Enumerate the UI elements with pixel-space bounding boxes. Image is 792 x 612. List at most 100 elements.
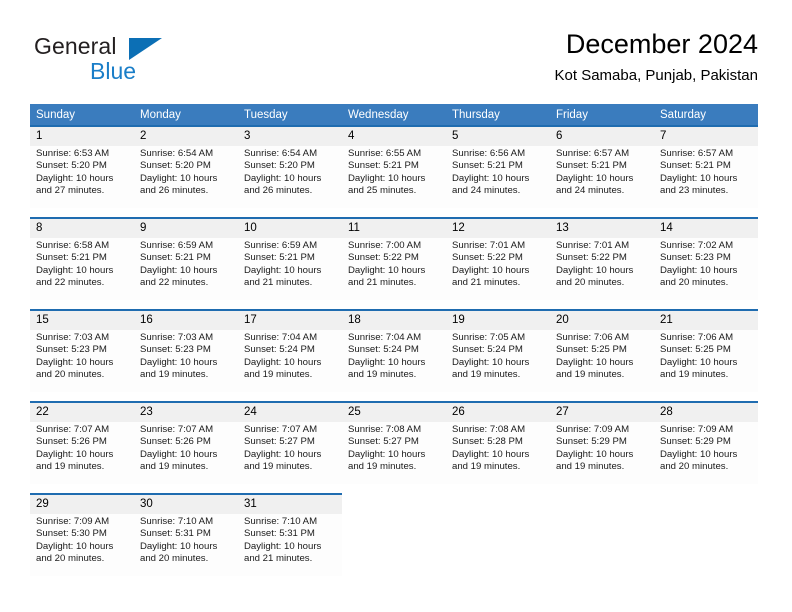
day-number-15[interactable]: 15 xyxy=(30,309,134,330)
day-number-31[interactable]: 31 xyxy=(238,493,342,514)
day-number-19[interactable]: 19 xyxy=(446,309,550,330)
day-23-daylight2: and 19 minutes. xyxy=(140,461,209,473)
day-cell-28[interactable]: Sunrise: 7:09 AM Sunset: 5:29 PM Daylight:… xyxy=(654,422,758,484)
day-20-sunrise: Sunrise: 7:06 AM xyxy=(556,332,630,343)
weekday-header-sunday: Sunday xyxy=(30,104,134,126)
day-2-sunset: Sunset: 5:20 PM xyxy=(140,160,211,172)
day-number-9[interactable]: 9 xyxy=(134,217,238,238)
day-22-sunset: Sunset: 5:26 PM xyxy=(36,436,107,448)
day-number-10[interactable]: 10 xyxy=(238,217,342,238)
calendar-header-row: Sunday Monday Tuesday Wednesday Thursday Frid… xyxy=(30,104,758,126)
day-cell-4[interactable]: Sunrise: 6:55 AM Sunset: 5:21 PM Daylight:… xyxy=(342,146,446,208)
day-cell-20[interactable]: Sunrise: 7:06 AM Sunset: 5:25 PM Daylight:… xyxy=(550,330,654,392)
day-21-sunrise: Sunrise: 7:06 AM xyxy=(660,332,734,343)
day-cell-2[interactable]: Sunrise: 6:54 AM Sunset: 5:20 PM Daylight:… xyxy=(134,146,238,208)
day-number-22[interactable]: 22 xyxy=(30,401,134,422)
day-5-sunset: Sunset: 5:21 PM xyxy=(452,160,523,172)
day-cell-13[interactable]: Sunrise: 7:01 AM Sunset: 5:22 PM Daylight:… xyxy=(550,238,654,300)
day-number-16[interactable]: 16 xyxy=(134,309,238,330)
day-number-25[interactable]: 25 xyxy=(342,401,446,422)
day-cell-16[interactable]: Sunrise: 7:03 AM Sunset: 5:23 PM Daylight:… xyxy=(134,330,238,392)
week-separator-cell xyxy=(30,300,758,310)
day-19-daylight2: and 19 minutes. xyxy=(452,369,521,381)
day-cell-10[interactable]: Sunrise: 6:59 AM Sunset: 5:21 PM Daylight:… xyxy=(238,238,342,300)
day-9-sunset: Sunset: 5:21 PM xyxy=(140,252,211,264)
day-cell-6[interactable]: Sunrise: 6:57 AM Sunset: 5:21 PM Daylight:… xyxy=(550,146,654,208)
day-8-daylight1: Daylight: 10 hours xyxy=(36,264,114,276)
day-28-daylight1: Daylight: 10 hours xyxy=(660,448,738,460)
day-number-29[interactable]: 29 xyxy=(30,493,134,514)
day-cell-5[interactable]: Sunrise: 6:56 AM Sunset: 5:21 PM Daylight:… xyxy=(446,146,550,208)
day-7-daylight2: and 23 minutes. xyxy=(660,185,729,197)
day-12-daylight1: Daylight: 10 hours xyxy=(452,264,530,276)
day-number-8[interactable]: 8 xyxy=(30,217,134,238)
day-12-daylight2: and 21 minutes. xyxy=(452,277,521,289)
day-number-27[interactable]: 27 xyxy=(550,401,654,422)
day-cell-empty xyxy=(446,514,550,576)
day-number-12[interactable]: 12 xyxy=(446,217,550,238)
page-subtitle: Kot Samaba, Punjab, Pakistan xyxy=(554,67,758,84)
day-number-21[interactable]: 21 xyxy=(654,309,758,330)
day-number-28[interactable]: 28 xyxy=(654,401,758,422)
day-18-sunset: Sunset: 5:24 PM xyxy=(348,344,419,356)
day-number-11[interactable]: 11 xyxy=(342,217,446,238)
day-cell-30[interactable]: Sunrise: 7:10 AM Sunset: 5:31 PM Daylight:… xyxy=(134,514,238,576)
day-cell-26[interactable]: Sunrise: 7:08 AM Sunset: 5:28 PM Daylight:… xyxy=(446,422,550,484)
day-number-7[interactable]: 7 xyxy=(654,125,758,146)
day-number-30[interactable]: 30 xyxy=(134,493,238,514)
day-15-sunset: Sunset: 5:23 PM xyxy=(36,344,107,356)
day-cell-12[interactable]: Sunrise: 7:01 AM Sunset: 5:22 PM Daylight:… xyxy=(446,238,550,300)
day-cell-14[interactable]: Sunrise: 7:02 AM Sunset: 5:23 PM Daylight:… xyxy=(654,238,758,300)
day-cell-22[interactable]: Sunrise: 7:07 AM Sunset: 5:26 PM Daylight:… xyxy=(30,422,134,484)
day-number-1[interactable]: 1 xyxy=(30,125,134,146)
day-cell-25[interactable]: Sunrise: 7:08 AM Sunset: 5:27 PM Daylight:… xyxy=(342,422,446,484)
day-20-daylight1: Daylight: 10 hours xyxy=(556,356,634,368)
day-cell-7[interactable]: Sunrise: 6:57 AM Sunset: 5:21 PM Daylight:… xyxy=(654,146,758,208)
day-cell-21[interactable]: Sunrise: 7:06 AM Sunset: 5:25 PM Daylight:… xyxy=(654,330,758,392)
day-cell-15[interactable]: Sunrise: 7:03 AM Sunset: 5:23 PM Daylight:… xyxy=(30,330,134,392)
day-cell-27[interactable]: Sunrise: 7:09 AM Sunset: 5:29 PM Daylight:… xyxy=(550,422,654,484)
day-cell-23[interactable]: Sunrise: 7:07 AM Sunset: 5:26 PM Daylight:… xyxy=(134,422,238,484)
day-30-sunset: Sunset: 5:31 PM xyxy=(140,528,211,540)
day-cell-29[interactable]: Sunrise: 7:09 AM Sunset: 5:30 PM Daylight:… xyxy=(30,514,134,576)
day-cell-19[interactable]: Sunrise: 7:05 AM Sunset: 5:24 PM Daylight:… xyxy=(446,330,550,392)
day-cell-8[interactable]: Sunrise: 6:58 AM Sunset: 5:21 PM Daylight:… xyxy=(30,238,134,300)
day-cell-1[interactable]: Sunrise: 6:53 AM Sunset: 5:20 PM Daylight:… xyxy=(30,146,134,208)
day-number-2[interactable]: 2 xyxy=(134,125,238,146)
day-number-17[interactable]: 17 xyxy=(238,309,342,330)
day-number-26[interactable]: 26 xyxy=(446,401,550,422)
day-number-14[interactable]: 14 xyxy=(654,217,758,238)
day-cell-18[interactable]: Sunrise: 7:04 AM Sunset: 5:24 PM Daylight:… xyxy=(342,330,446,392)
day-13-sunrise: Sunrise: 7:01 AM xyxy=(556,240,630,251)
weekday-header-thursday: Thursday xyxy=(446,104,550,126)
day-2-daylight2: and 26 minutes. xyxy=(140,185,209,197)
day-number-20[interactable]: 20 xyxy=(550,309,654,330)
day-number-empty xyxy=(342,494,446,514)
day-number-23[interactable]: 23 xyxy=(134,401,238,422)
day-number-18[interactable]: 18 xyxy=(342,309,446,330)
day-21-daylight2: and 19 minutes. xyxy=(660,369,729,381)
title-block: December 2024 Kot Samaba, Punjab, Pakist… xyxy=(555,28,758,86)
day-number-3[interactable]: 3 xyxy=(238,125,342,146)
day-cell-17[interactable]: Sunrise: 7:04 AM Sunset: 5:24 PM Daylight:… xyxy=(238,330,342,392)
day-16-daylight2: and 19 minutes. xyxy=(140,369,209,381)
day-9-sunrise: Sunrise: 6:59 AM xyxy=(140,240,214,251)
day-3-daylight2: and 26 minutes. xyxy=(244,185,313,197)
day-16-sunrise: Sunrise: 7:03 AM xyxy=(140,332,214,343)
day-number-13[interactable]: 13 xyxy=(550,217,654,238)
day-cell-11[interactable]: Sunrise: 7:00 AM Sunset: 5:22 PM Daylight:… xyxy=(342,238,446,300)
day-27-sunset: Sunset: 5:29 PM xyxy=(556,436,627,448)
day-cell-3[interactable]: Sunrise: 6:54 AM Sunset: 5:20 PM Daylight:… xyxy=(238,146,342,208)
generalblue-logo[interactable]: General Blue xyxy=(34,33,214,85)
day-26-daylight2: and 19 minutes. xyxy=(452,461,521,473)
day-cell-9[interactable]: Sunrise: 6:59 AM Sunset: 5:21 PM Daylight:… xyxy=(134,238,238,300)
day-number-5[interactable]: 5 xyxy=(446,125,550,146)
day-26-sunset: Sunset: 5:28 PM xyxy=(452,436,523,448)
day-cell-24[interactable]: Sunrise: 7:07 AM Sunset: 5:27 PM Daylight:… xyxy=(238,422,342,484)
day-number-4[interactable]: 4 xyxy=(342,125,446,146)
day-25-sunset: Sunset: 5:27 PM xyxy=(348,436,419,448)
day-number-6[interactable]: 6 xyxy=(550,125,654,146)
day-number-24[interactable]: 24 xyxy=(238,401,342,422)
day-7-sunrise: Sunrise: 6:57 AM xyxy=(660,148,734,159)
day-cell-31[interactable]: Sunrise: 7:10 AM Sunset: 5:31 PM Daylight:… xyxy=(238,514,342,576)
